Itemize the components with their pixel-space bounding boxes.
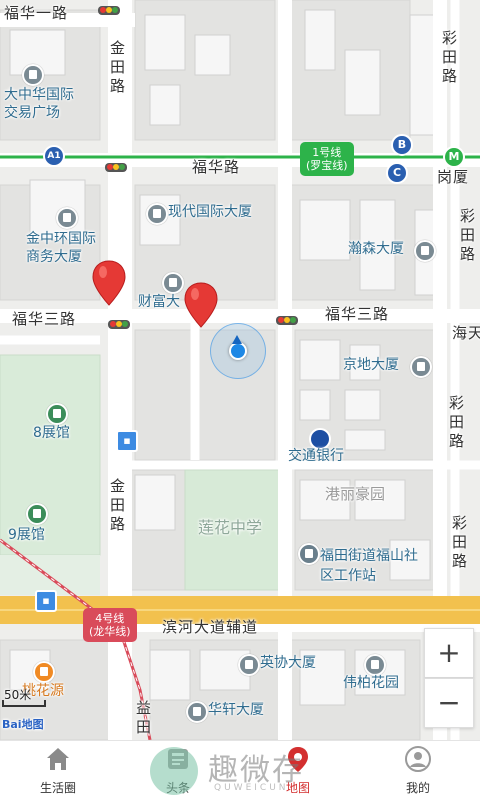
metro-exit-c-icon[interactable]: C <box>386 162 408 184</box>
road-label-jintian-top: 金田路 <box>108 40 126 97</box>
scale-label: 50米 <box>4 688 32 702</box>
tab-label: 地图 <box>285 781 310 795</box>
location-dot-icon <box>229 342 247 360</box>
tab-label: 头条 <box>165 781 190 795</box>
building-icon[interactable] <box>364 654 386 676</box>
road-label-yitian: 益田 <box>134 700 152 738</box>
metro-line1-label: 1号线 <box>312 146 342 159</box>
map-pin-icon[interactable] <box>184 282 218 328</box>
exhibition-icon[interactable] <box>26 503 48 525</box>
exhibition-icon[interactable] <box>46 403 68 425</box>
current-location-marker[interactable] <box>210 323 266 379</box>
bus-stop-icon[interactable]: ▪ <box>35 590 57 612</box>
metro-exit-b-icon[interactable]: B <box>391 134 413 156</box>
poi-huaxuan[interactable]: 华轩大厦 <box>208 702 264 719</box>
road-label-fuhua3-right: 福华三路 <box>325 305 390 323</box>
map-pin-icon <box>288 747 308 772</box>
restaurant-icon[interactable] <box>33 661 55 683</box>
tab-ditu[interactable]: 地图 <box>250 741 346 801</box>
zoom-out-button[interactable]: − <box>424 678 474 728</box>
map-pin-icon[interactable] <box>92 260 126 306</box>
tab-shenghuoquan[interactable]: 生活圈 <box>10 741 106 801</box>
metro-station-icon[interactable]: M <box>443 146 465 168</box>
area-label-haitian: 海天 <box>452 324 480 342</box>
poi-lianhua[interactable]: 莲花中学 <box>198 518 262 537</box>
bank-icon[interactable] <box>309 428 331 450</box>
home-icon <box>47 748 69 770</box>
poi-zhanguan9[interactable]: 9展馆 <box>8 527 45 544</box>
road-label-fuhua3-left: 福华三路 <box>12 310 77 328</box>
building-icon[interactable] <box>146 203 168 225</box>
building-icon[interactable] <box>162 272 184 294</box>
building-icon[interactable] <box>238 654 260 676</box>
poi-hansen[interactable]: 瀚森大厦 <box>348 241 404 258</box>
traffic-light-icon <box>276 316 298 325</box>
tab-label: 我的 <box>405 781 430 795</box>
road-label-jintian-bottom: 金田路 <box>108 478 126 535</box>
office-icon[interactable] <box>298 543 320 565</box>
building-icon[interactable] <box>56 207 78 229</box>
metro-line4-label: 4号线 <box>95 612 125 625</box>
poi-futian-office[interactable]: 福田街道福山社区工作站 <box>320 546 420 586</box>
tab-label: 生活圈 <box>39 781 76 795</box>
building-icon[interactable] <box>410 356 432 378</box>
poi-weibai[interactable]: 伟柏花园 <box>343 675 399 692</box>
road-label-fuhua: 福华路 <box>192 158 241 176</box>
poi-gangli[interactable]: 港丽豪园 <box>325 485 385 503</box>
poi-jingdi[interactable]: 京地大厦 <box>343 357 399 374</box>
poi-jiaotong[interactable]: 交通银行 <box>288 448 344 465</box>
bus-stop-icon[interactable]: ▪ <box>116 430 138 452</box>
road-label-caitian-top: 彩田路 <box>440 30 458 87</box>
tab-toutiao[interactable]: 头条 <box>130 741 226 801</box>
zoom-in-button[interactable]: + <box>424 628 474 678</box>
poi-yingxie[interactable]: 英协大厦 <box>260 655 316 672</box>
building-icon[interactable] <box>186 701 208 723</box>
area-label-gangxia: 岗厦 <box>437 168 470 186</box>
metro-exit-a1-icon[interactable]: A1 <box>43 145 65 167</box>
traffic-light-icon <box>108 320 130 329</box>
metro-line1-tag[interactable]: 1号线 (罗宝线) <box>300 142 354 176</box>
building-icon[interactable] <box>22 64 44 86</box>
metro-line1-sub: (罗宝线) <box>306 159 348 172</box>
baidu-logo: Bai地图 <box>2 718 44 731</box>
profile-icon <box>405 746 431 772</box>
poi-caifu[interactable]: 财富大 <box>138 294 180 311</box>
traffic-light-icon <box>98 6 120 15</box>
tab-wode[interactable]: 我的 <box>370 741 466 801</box>
poi-xiandai[interactable]: 现代国际大厦 <box>168 204 252 221</box>
traffic-light-icon <box>105 163 127 172</box>
road-label-caitian-mid2: 彩田路 <box>447 395 465 452</box>
direction-arrow-icon <box>232 335 242 344</box>
building-icon[interactable] <box>414 240 436 262</box>
road-label-caitian-bottom: 彩田路 <box>450 515 468 572</box>
poi-zhanguan8[interactable]: 8展馆 <box>33 425 70 442</box>
road-label-caitian-mid: 彩田路 <box>458 208 476 265</box>
road-label-fuhua1: 福华一路 <box>4 4 69 22</box>
metro-line4-sub: (龙华线) <box>89 625 131 638</box>
poi-dazhonghua[interactable]: 大中华国际交易广场 <box>4 86 84 122</box>
metro-line4-tag[interactable]: 4号线 (龙华线) <box>83 608 137 642</box>
map-view[interactable]: 福华一路 福华路 福华三路 福华三路 金田路 金田路 彩田路 彩田路 彩田路 彩… <box>0 0 480 740</box>
bottom-tab-bar: 生活圈 头条 地图 我的 <box>0 740 480 801</box>
road-label-binhe: 滨河大道辅道 <box>162 618 259 636</box>
headline-icon <box>168 749 188 769</box>
